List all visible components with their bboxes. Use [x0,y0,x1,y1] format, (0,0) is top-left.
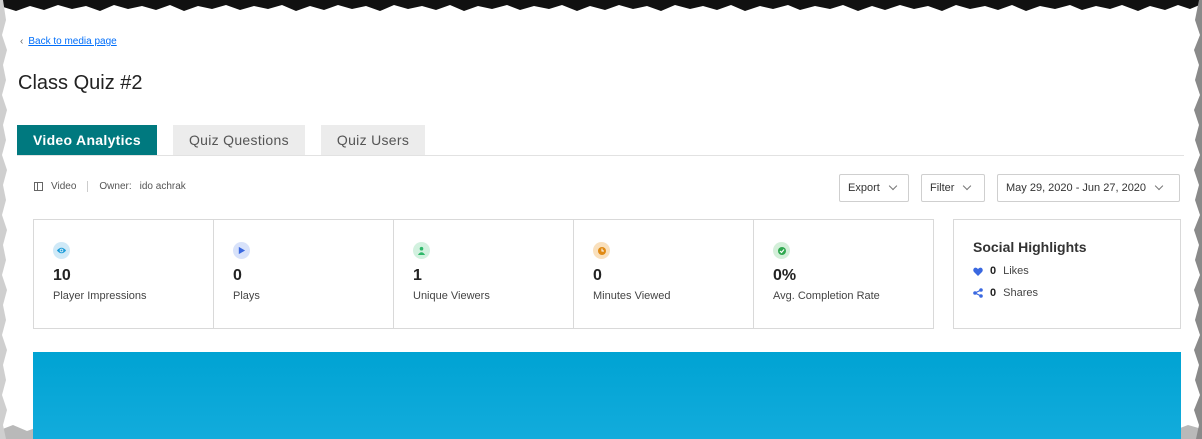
stat-label: Minutes Viewed [593,290,671,302]
analytics-tabs: Video Analytics Quiz Questions Quiz User… [17,125,426,155]
chevron-down-icon [888,181,898,191]
stat-value: 0 [593,267,602,284]
play-icon [233,242,250,259]
shares-label: Shares [1003,287,1038,299]
date-range-picker[interactable]: May 29, 2020 - Jun 27, 2020 [997,174,1180,202]
page-title: Class Quiz #2 [18,72,143,94]
film-icon [34,182,43,191]
back-link-label[interactable]: Back to media page [28,36,116,47]
stat-unique-viewers: 1 Unique Viewers [394,220,574,328]
analytics-chart-banner [33,352,1181,439]
owner-name: ido achrak [139,181,186,192]
stat-label: Unique Viewers [413,290,490,302]
media-type: Video [51,181,77,192]
social-highlights-card: Social Highlights 0 Likes 0 Shares [953,219,1181,329]
date-range-label: May 29, 2020 - Jun 27, 2020 [1006,182,1147,194]
export-dropdown[interactable]: Export [839,174,909,202]
export-label: Export [848,182,880,194]
stat-completion-rate: 0% Avg. Completion Rate [754,220,933,328]
media-meta: Video Owner: ido achrak [34,181,186,192]
check-icon [773,242,790,259]
stat-value: 0% [773,267,797,284]
stat-value: 10 [53,267,71,284]
likes-label: Likes [1003,265,1029,277]
owner-label: Owner: [99,181,132,192]
stat-value: 1 [413,267,422,284]
stat-minutes-viewed: 0 Minutes Viewed [574,220,754,328]
chevron-down-icon [1154,181,1164,191]
tabs-divider [17,155,1184,156]
stat-value: 0 [233,267,242,284]
person-icon [413,242,430,259]
stat-plays: 0 Plays [214,220,394,328]
stats-card: 10 Player Impressions 0 Plays 1 Unique V… [33,219,934,329]
back-to-media-link[interactable]: ‹ Back to media page [20,36,117,47]
meta-divider [87,181,89,192]
stat-label: Avg. Completion Rate [773,290,880,302]
eye-icon [53,242,70,259]
tab-quiz-users[interactable]: Quiz Users [320,125,426,155]
shares-row: 0 Shares [973,287,1180,299]
tab-video-analytics[interactable]: Video Analytics [17,125,157,155]
stat-label: Plays [233,290,260,302]
stat-label: Player Impressions [53,290,147,302]
likes-row: 0 Likes [973,265,1180,277]
social-highlights-title: Social Highlights [973,239,1087,255]
stat-player-impressions: 10 Player Impressions [34,220,214,328]
heart-icon [973,267,983,276]
likes-value: 0 [990,265,997,277]
torn-edge-top [0,0,1202,11]
filter-dropdown[interactable]: Filter [921,174,985,202]
chevron-left-icon: ‹ [20,36,24,47]
chevron-down-icon [963,181,972,191]
filter-label: Filter [930,182,955,194]
torn-edge-right [1194,0,1202,439]
shares-value: 0 [990,287,997,299]
share-icon [973,288,983,298]
tab-quiz-questions[interactable]: Quiz Questions [172,125,305,155]
clock-icon [593,242,610,259]
torn-edge-left [0,0,7,439]
